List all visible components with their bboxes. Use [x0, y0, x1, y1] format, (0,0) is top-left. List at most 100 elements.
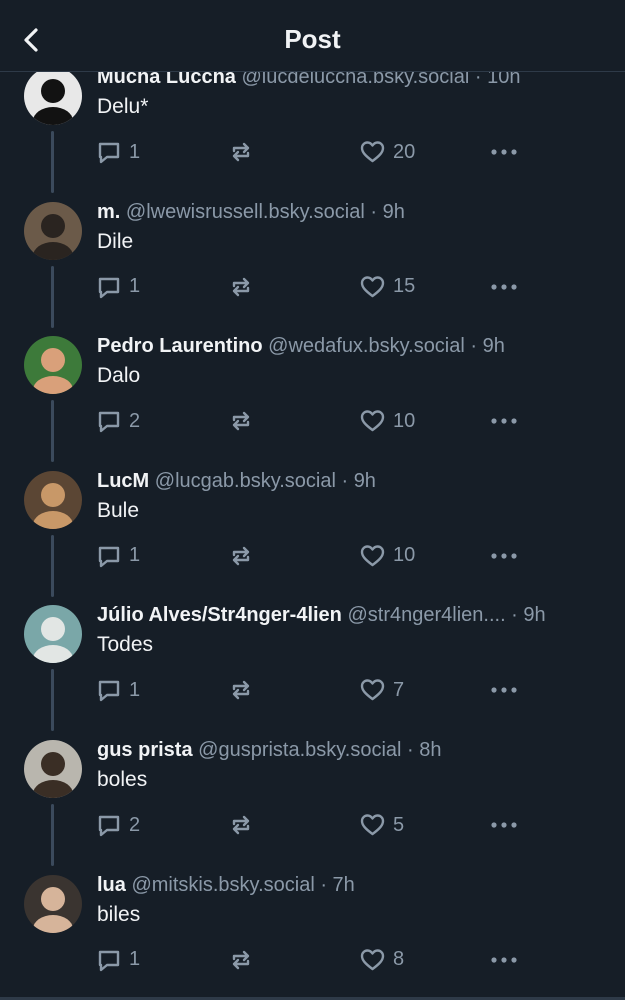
repost-button[interactable] [228, 137, 254, 167]
repost-icon [228, 812, 254, 838]
reply-button[interactable]: 2 [96, 810, 140, 840]
avatar[interactable] [24, 740, 82, 798]
avatar-image [24, 336, 82, 395]
more-options-button[interactable] [490, 945, 518, 975]
like-button[interactable]: 10 [359, 406, 415, 436]
repost-button[interactable] [228, 406, 254, 436]
like-count: 7 [393, 678, 405, 701]
more-options-button[interactable] [490, 810, 518, 840]
avatar-image [24, 874, 82, 933]
post-time[interactable]: 9h [383, 201, 405, 223]
avatar-image [24, 605, 82, 664]
more-options-button[interactable] [490, 675, 518, 705]
repost-button[interactable] [228, 272, 254, 302]
post-meta: Júlio Alves/Str4nger-4lien @str4nger4lie… [97, 603, 607, 627]
reply-button[interactable]: 1 [96, 272, 140, 302]
more-options-button[interactable] [490, 272, 518, 302]
author-handle: @gusprista.bsky.social [198, 739, 402, 761]
author-handle: @mitskis.bsky.social [131, 873, 315, 896]
reply-button[interactable]: 2 [96, 406, 140, 436]
reply-button[interactable]: 1 [96, 675, 140, 705]
author-name[interactable]: LucM [97, 470, 149, 492]
author-handle: @wedafux.bsky.social [268, 335, 465, 358]
more-options-button[interactable] [490, 137, 518, 167]
reply-count: 1 [129, 544, 141, 567]
repost-button[interactable] [228, 541, 254, 571]
more-dots-icon [490, 821, 518, 829]
avatar[interactable] [24, 470, 82, 529]
comment-icon [96, 408, 122, 434]
post-meta: LucM @lucgab.bsky.social · 9h [97, 469, 607, 493]
reply-feed: Mucha Luccha @lucdeluccha.bsky.social · … [0, 72, 625, 1000]
post-time[interactable]: 7h [333, 874, 355, 896]
avatar[interactable] [24, 72, 82, 125]
thread-line [51, 400, 54, 463]
avatar-image [24, 470, 82, 529]
comment-icon [96, 274, 122, 300]
separator-dot: · [364, 200, 383, 223]
author-name[interactable]: gus prista [97, 739, 193, 761]
reply-count: 2 [129, 409, 141, 432]
post-meta: Mucha Luccha @lucdeluccha.bsky.social · … [97, 72, 607, 89]
post-text: biles [97, 902, 141, 926]
post-time[interactable]: 9h [483, 335, 505, 357]
author-handle: @str4nger4lien.... [347, 604, 506, 627]
top-bar: Post [0, 0, 625, 72]
repost-icon [228, 947, 254, 973]
like-button[interactable]: 7 [359, 675, 404, 705]
avatar[interactable] [24, 874, 82, 933]
post-item: Mucha Luccha @lucdeluccha.bsky.social · … [0, 72, 625, 201]
post-time[interactable]: 9h [523, 604, 545, 626]
more-options-button[interactable] [490, 406, 518, 436]
post-time[interactable]: 8h [419, 739, 441, 761]
like-button[interactable]: 10 [359, 541, 415, 571]
reply-button[interactable]: 1 [96, 541, 140, 571]
post-item: Pedro Laurentino @wedafux.bsky.social · … [0, 335, 625, 470]
avatar[interactable] [24, 336, 82, 395]
like-button[interactable]: 8 [359, 945, 404, 975]
separator-dot: · [335, 469, 354, 492]
post-actions: 2 10 [96, 406, 536, 436]
post-actions: 17 [96, 675, 536, 705]
post-text: Dile [97, 229, 134, 253]
author-name[interactable]: Pedro Laurentino [97, 335, 263, 357]
post-meta: m. @lwewisrussell.bsky.social · 9h [97, 200, 607, 224]
repost-button[interactable] [228, 810, 254, 840]
author-handle: @lwewisrussell.bsky.social [125, 200, 365, 223]
reply-button[interactable]: 1 [96, 945, 140, 975]
like-button[interactable]: 15 [359, 272, 415, 302]
more-dots-icon [490, 956, 518, 964]
thread-line [51, 534, 54, 597]
repost-icon [228, 677, 254, 703]
author-name[interactable]: m. [97, 201, 120, 223]
like-count: 5 [393, 813, 405, 836]
comment-icon [96, 677, 122, 703]
avatar[interactable] [24, 201, 82, 260]
separator-dot: · [314, 873, 333, 896]
post-item: gus prista @gusprista.bsky.social · 8h bo… [0, 739, 625, 874]
thread-line [51, 265, 54, 328]
like-button[interactable]: 5 [359, 810, 404, 840]
post-text: Delu* [97, 95, 149, 118]
author-name[interactable]: Júlio Alves/Str4nger-4lien [97, 604, 342, 626]
reply-button[interactable]: 1 [96, 137, 140, 167]
author-name[interactable]: Mucha Luccha [97, 72, 236, 88]
post-actions: 1 20 [96, 137, 536, 167]
heart-icon [359, 677, 386, 703]
comment-icon [96, 139, 122, 165]
post-time[interactable]: 10h [487, 72, 520, 88]
more-options-button[interactable] [490, 541, 518, 571]
avatar[interactable] [24, 605, 82, 664]
comment-icon [96, 947, 122, 973]
repost-button[interactable] [228, 945, 254, 975]
like-count: 15 [393, 275, 416, 298]
heart-icon [359, 947, 386, 973]
repost-icon [228, 274, 254, 300]
repost-button[interactable] [228, 675, 254, 705]
heart-icon [359, 274, 386, 300]
post-item: m. @lwewisrussell.bsky.social · 9h Dile 1 1… [0, 200, 625, 336]
author-name[interactable]: lua [97, 874, 126, 896]
like-button[interactable]: 20 [359, 137, 415, 167]
post-time[interactable]: 9h [354, 470, 376, 492]
thread-line [51, 804, 54, 866]
